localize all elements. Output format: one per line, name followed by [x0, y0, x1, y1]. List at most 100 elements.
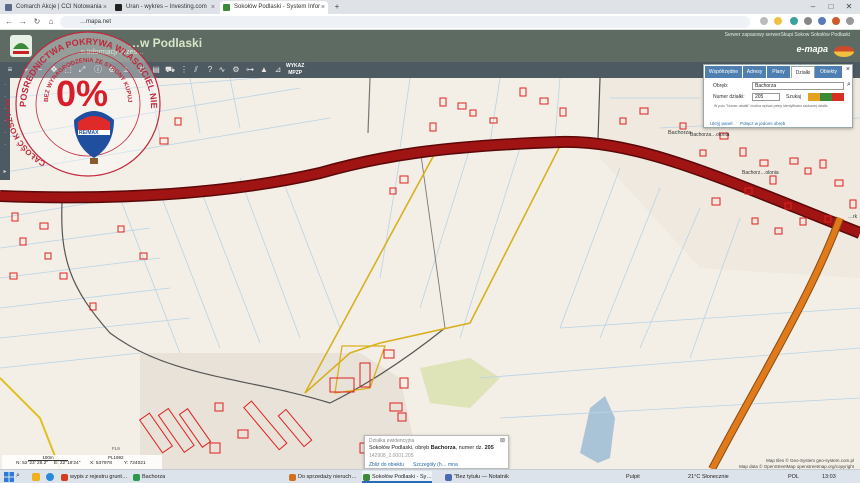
coord-y: Y: 724021 [124, 461, 146, 466]
coord-x: X: 537978 [90, 461, 112, 466]
tab-favicon-icon [5, 4, 12, 11]
clock[interactable]: 13:03 [822, 472, 836, 482]
hatch-icon[interactable]: ⫽ [190, 64, 202, 76]
popup-mid: , numer dz. [455, 445, 485, 451]
new-tab-button[interactable]: + [330, 1, 344, 13]
tab-obiekty[interactable]: Obiekty [815, 66, 843, 78]
popup-prefix: Sokołów Podlaski, obręb [369, 445, 431, 451]
maximize-icon[interactable]: □ [824, 1, 838, 13]
remax-brand: RE/MAX [79, 130, 99, 136]
terrain-icon[interactable]: ▲ [258, 64, 270, 76]
hide-panel-link[interactable]: Ukryj panel [710, 121, 733, 126]
close-tab-icon[interactable]: × [211, 1, 215, 14]
windows-start-icon[interactable] [4, 472, 14, 482]
settings-icon[interactable]: ⚙ [230, 64, 242, 76]
pdf-icon [61, 474, 68, 481]
browser-tab-active[interactable]: Sokołów Podlaski - System Infor × [220, 1, 328, 14]
coordinate-readout: 100m PL1992 N: 52°23' 29.2" E: 22°18'24"… [2, 455, 162, 469]
bookmark-star-icon[interactable] [774, 17, 782, 25]
edge-label: …rk [848, 214, 858, 220]
numer-input[interactable]: 205 [752, 93, 780, 101]
browser-tab-2[interactable]: Uran - wykres – Investing.com × [112, 1, 218, 14]
promo-percent: 0% [56, 73, 108, 114]
join-obreb-link[interactable]: Połącz w jedomi obręb [740, 121, 785, 126]
numer-label: Numer działki: [713, 94, 745, 100]
popup-close-icon[interactable]: ⊠ [500, 437, 505, 444]
attribution-tiles: Map tiles © Geo-System geo-system.com.pl [766, 458, 854, 463]
close-tab-icon[interactable]: × [103, 1, 107, 14]
popup-teryt: 142908_2.0001.205 [369, 453, 414, 459]
taskbar-app-wypis[interactable]: wypis z rejestru grunt… [60, 471, 128, 483]
taskbar-app-label: Do sprzedaży nieruch… [298, 474, 357, 480]
notepad-icon [445, 474, 452, 481]
sheet-icon [133, 474, 140, 481]
minimize-icon[interactable]: – [806, 1, 820, 13]
taskbar-app-label: Bachorza [142, 474, 166, 480]
taskbar-app-label: "Bez tytułu — Notatnik [454, 474, 509, 480]
help-icon[interactable]: ? [204, 64, 216, 76]
close-window-icon[interactable]: ✕ [842, 1, 856, 13]
draw-line-icon[interactable]: ∿ [216, 64, 228, 76]
village-label-bachorza: Bachorza [668, 130, 692, 136]
popup-heading: Działka ewidencyjna [369, 438, 415, 444]
folder-icon [289, 474, 296, 481]
color-legend [808, 93, 844, 101]
tab-adresy[interactable]: Adresy [743, 66, 767, 78]
taskbar-app-label: Sokołów Podlaski - Sy… [372, 474, 432, 480]
village-label-kolonia-2: Bachorz…olonia [742, 170, 779, 176]
close-tab-icon[interactable]: × [321, 1, 325, 14]
file-explorer-icon[interactable] [32, 473, 40, 481]
desktop-label[interactable]: Pulpit [626, 472, 640, 482]
obreb-label: Obręb: [713, 83, 729, 89]
panel-close-icon[interactable]: × [846, 66, 850, 73]
extension-icon[interactable] [790, 17, 798, 25]
taskbar-app-sprzedaz[interactable]: Do sprzedaży nieruch… [288, 471, 358, 483]
village-label-kolonia: Bachorza…olonia [690, 132, 730, 138]
taskbar-app-sokolow[interactable]: Sokołów Podlaski - Sy… [362, 471, 432, 483]
language-indicator[interactable]: POL [788, 472, 799, 482]
edge-browser-icon[interactable] [46, 473, 54, 481]
browser-icon [363, 474, 370, 481]
tab-plany[interactable]: Plany [767, 66, 791, 78]
popup-numer: 205 [484, 445, 494, 451]
share-icon[interactable] [760, 17, 768, 25]
update-icon[interactable] [832, 17, 840, 25]
taskbar-search-icon[interactable]: ⌕ [16, 472, 27, 482]
browser-tab-1[interactable]: Comarch Akcje | CCI Notowania × [2, 1, 110, 14]
emapa-logo-icon [834, 46, 854, 57]
popup-description: Sokołów Podlaski, obręb Bachorza, numer … [369, 445, 494, 451]
chart-icon[interactable]: ⊿ [272, 64, 284, 76]
search-icon[interactable]: ⌕ [847, 81, 851, 89]
wykaz-label: WYKAZ [286, 63, 305, 69]
taskbar-app-bachorza[interactable]: Bachorza [132, 471, 202, 483]
extensions-puzzle-icon[interactable] [804, 17, 812, 25]
tab-title: Comarch Akcje | CCI Notowania [16, 4, 102, 10]
grid-icon[interactable]: ⋮ [178, 64, 190, 76]
obreb-select[interactable]: Bachorza [752, 82, 844, 90]
tab-favicon-icon [223, 4, 230, 11]
menu-kebab-icon[interactable] [846, 17, 854, 25]
windows-taskbar: ⌕ wypis z rejestru grunt… Bachorza Do sp… [0, 469, 860, 483]
tab-title: Sokołów Podlaski - System Infor [234, 4, 321, 10]
zoom-to-object-link[interactable]: Zbliż do obiektu [369, 462, 404, 468]
taskbar-app-label: wypis z rejestru grunt… [70, 474, 128, 480]
promo-stamp: POSREDNICTWA POKRYWA WLASCICIEL NIERUCHO… [6, 22, 161, 177]
tab-title: Uran - wykres – Investing.com [126, 4, 207, 10]
wykaz-mpzp-button[interactable]: WYKAZ MPZP [286, 63, 304, 77]
weather-widget[interactable]: 21°C Słonecznie [688, 472, 729, 482]
search-button[interactable]: Szukaj [786, 94, 801, 100]
road-code-label: FL9 [112, 446, 120, 451]
parcel-popup: Działka ewidencyjna ⊠ Sokołów Podlaski, … [364, 435, 509, 469]
details-link[interactable]: Szczegóły (h… mna [413, 462, 458, 468]
tab-wspolrzedne[interactable]: Współrzędne [705, 66, 743, 78]
tab-dzialki[interactable]: Działki [791, 66, 815, 78]
profile-avatar[interactable] [818, 17, 826, 25]
taskbar-app-notatnik[interactable]: "Bez tytułu — Notatnik [444, 471, 520, 483]
search-panel: Współrzędne Adresy Plany Działki Obiekty… [703, 64, 853, 128]
search-hint: W polu "Numer działki" można wpisać pełn… [714, 104, 829, 108]
coord-e: E: 22°18'24" [54, 461, 81, 466]
tab-favicon-icon [115, 4, 122, 11]
route-icon[interactable]: ⊶ [244, 64, 256, 76]
server-note: Serwer zapasowy serwerSkupi Sokow Sokołó… [724, 32, 850, 38]
browser-tabstrip: Comarch Akcje | CCI Notowania × Uran - w… [0, 0, 860, 14]
